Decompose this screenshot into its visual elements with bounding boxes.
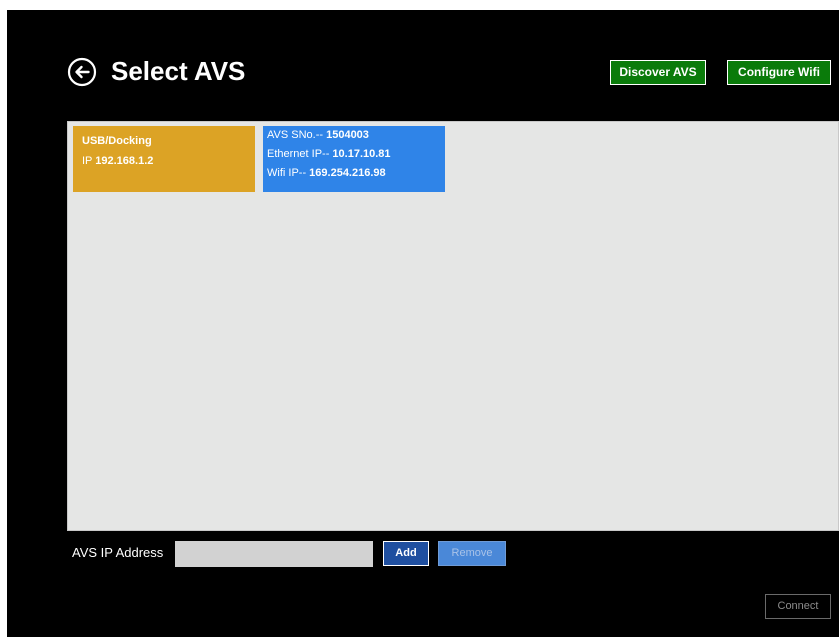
device-list-panel: USB/Docking IP 192.168.1.2 AVS SNo.-- 15… [67,121,839,531]
avs-ip-address-input[interactable] [175,541,373,567]
remove-button[interactable]: Remove [438,541,506,566]
avs-device-tile[interactable]: AVS SNo.-- 1504003 Ethernet IP-- 10.17.1… [263,126,445,192]
configure-wifi-button[interactable]: Configure Wifi [727,60,831,85]
page-title: Select AVS [111,56,246,86]
usb-docking-tile[interactable]: USB/Docking IP 192.168.1.2 [73,126,255,192]
add-button[interactable]: Add [383,541,429,566]
back-arrow-circle-icon [67,57,97,87]
back-button[interactable] [67,57,97,87]
usb-tile-ip: IP 192.168.1.2 [82,155,154,167]
usb-tile-name: USB/Docking [82,135,152,147]
avs-ip-address-label: AVS IP Address [72,545,164,560]
avs-tile-serial: AVS SNo.-- 1504003 [267,129,369,141]
app-window: Select AVS Discover AVS Configure Wifi U… [7,10,839,637]
avs-tile-ethernet-ip: Ethernet IP-- 10.17.10.81 [267,148,391,160]
discover-avs-button[interactable]: Discover AVS [610,60,706,85]
connect-button[interactable]: Connect [765,594,831,619]
avs-tile-wifi-ip: Wifi IP-- 169.254.216.98 [267,167,386,179]
